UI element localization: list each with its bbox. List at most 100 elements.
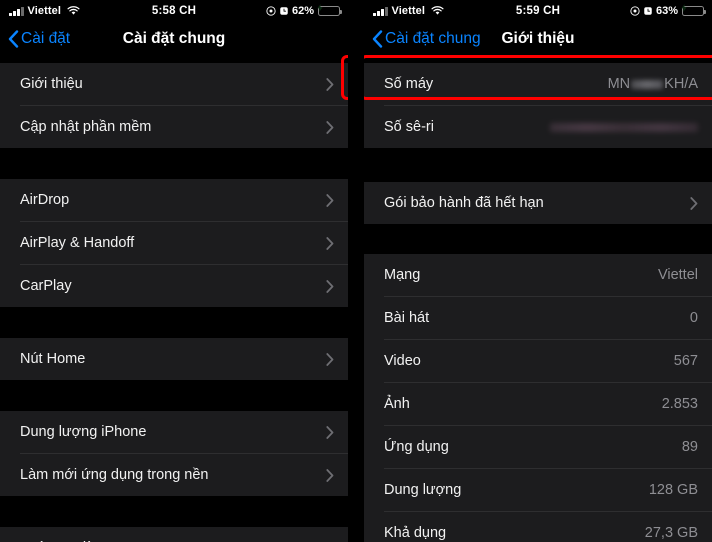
row-label: Dung lượng iPhone — [20, 424, 147, 440]
list-spacer — [0, 55, 348, 63]
row-label: Mạng — [384, 267, 421, 283]
settings-group-about: Giới thiệu Cập nhật phần mềm — [0, 63, 348, 148]
status-left-cluster: Viettel — [373, 5, 444, 17]
list-spacer — [0, 380, 348, 411]
row-label: Giới thiệu — [20, 76, 83, 92]
row-label: AirPlay & Handoff — [20, 235, 135, 251]
row-label: Bài hát — [384, 310, 430, 326]
row-label: CarPlay — [20, 278, 72, 294]
sidebar-item-lam-moi-ung-dung[interactable]: Làm mới ứng dụng trong nền — [0, 454, 348, 496]
chevron-left-icon — [8, 29, 19, 48]
row-label: AirDrop — [20, 192, 70, 208]
left-nav-bar: Cài đặt Cài đặt chung — [0, 22, 348, 55]
sidebar-item-airplay-handoff[interactable]: AirPlay & Handoff — [0, 222, 348, 264]
row-label: Gói bảo hành đã hết hạn — [384, 195, 544, 211]
wifi-icon — [431, 6, 444, 16]
row-value: 27,3 GB — [644, 525, 698, 541]
about-list: Số máy MN KH/A Số sê-ri Gói bảo hành đã h… — [364, 55, 712, 542]
location-arrow-icon — [266, 6, 276, 16]
chevron-right-icon — [326, 77, 334, 91]
row-kha-dung: Khả dụng 27,3 GB — [364, 512, 712, 542]
row-anh: Ảnh 2.853 — [364, 383, 712, 425]
row-label: Khả dụng — [384, 525, 447, 541]
about-group-warranty: Gói bảo hành đã hết hạn — [364, 182, 712, 224]
left-settings-list: Giới thiệu Cập nhật phần mềm AirDrop Air… — [0, 55, 348, 542]
right-phone-screen: Viettel 5:59 CH 63% Cài đặt chung Giới t… — [364, 0, 712, 542]
redacted-serial-value — [550, 122, 698, 132]
back-button[interactable]: Cài đặt chung — [372, 30, 481, 48]
row-label: Ứng dụng — [384, 439, 449, 455]
row-label: Số sê-ri — [384, 119, 434, 135]
battery-charging-icon — [681, 3, 706, 17]
status-left-cluster: Viettel — [9, 5, 80, 17]
row-goi-bao-hanh[interactable]: Gói bảo hành đã hết hạn — [364, 182, 712, 224]
row-label: Làm mới ứng dụng trong nền — [20, 467, 209, 483]
screenshot-root: Viettel 5:58 CH 62% Cài đặt Cài đặt chun… — [0, 0, 712, 542]
row-bai-hat: Bài hát 0 — [364, 297, 712, 339]
sidebar-item-ngay-gio[interactable]: Ngày & Giờ — [0, 527, 348, 542]
row-label: Nút Home — [20, 351, 86, 367]
list-spacer — [364, 55, 712, 63]
chevron-right-icon — [326, 120, 334, 134]
chevron-right-icon — [326, 236, 334, 250]
row-label: Ảnh — [384, 396, 410, 412]
sidebar-item-gioi-thieu[interactable]: Giới thiệu — [0, 63, 348, 105]
sidebar-item-cap-nhat-phan-mem[interactable]: Cập nhật phần mềm — [0, 106, 348, 148]
chevron-right-icon — [326, 425, 334, 439]
list-spacer — [0, 307, 348, 338]
about-group-identity: Số máy MN KH/A Số sê-ri — [364, 63, 712, 148]
chevron-right-icon — [326, 352, 334, 366]
row-value-model: MN KH/A — [608, 76, 698, 92]
row-mang: Mạng Viettel — [364, 254, 712, 296]
carrier-label: Viettel — [391, 5, 426, 17]
model-value-suffix: KH/A — [664, 76, 698, 92]
chevron-left-icon — [372, 29, 383, 48]
signal-bars-icon — [373, 6, 388, 16]
model-value-prefix: MN — [607, 76, 631, 92]
signal-bars-icon — [9, 6, 24, 16]
row-value: 0 — [689, 310, 698, 326]
alarm-clock-icon — [280, 7, 288, 15]
row-value: Viettel — [657, 267, 698, 283]
row-so-may[interactable]: Số máy MN KH/A — [364, 63, 712, 105]
back-button[interactable]: Cài đặt — [8, 30, 70, 48]
chevron-right-icon — [690, 196, 698, 210]
settings-group-connectivity: AirDrop AirPlay & Handoff CarPlay — [0, 179, 348, 307]
right-status-bar: Viettel 5:59 CH 63% — [364, 0, 712, 22]
status-right-cluster: 62% — [266, 3, 342, 17]
status-right-cluster: 63% — [630, 3, 706, 17]
row-dung-luong: Dung lượng 128 GB — [364, 469, 712, 511]
list-spacer — [364, 148, 712, 182]
back-button-label: Cài đặt chung — [385, 29, 481, 47]
list-spacer — [364, 224, 712, 254]
right-nav-bar: Cài đặt chung Giới thiệu — [364, 22, 712, 55]
list-spacer — [0, 148, 348, 179]
sidebar-item-nut-home[interactable]: Nút Home — [0, 338, 348, 380]
row-value: 89 — [681, 439, 698, 455]
settings-group-datetime: Ngày & Giờ — [0, 527, 348, 542]
battery-percent-label: 62% — [291, 5, 314, 17]
carrier-label: Viettel — [27, 5, 62, 17]
row-ung-dung: Ứng dụng 89 — [364, 426, 712, 468]
about-group-stats: Mạng Viettel Bài hát 0 Video 567 Ảnh 2.8… — [364, 254, 712, 542]
row-label: Số máy — [384, 76, 434, 92]
row-so-se-ri[interactable]: Số sê-ri — [364, 106, 712, 148]
row-value: 128 GB — [648, 482, 698, 498]
sidebar-item-dung-luong-iphone[interactable]: Dung lượng iPhone — [0, 411, 348, 453]
chevron-right-icon — [326, 468, 334, 482]
list-spacer — [0, 496, 348, 527]
row-label: Video — [384, 353, 421, 369]
chevron-right-icon — [326, 193, 334, 207]
redacted-model-segment — [631, 79, 664, 89]
battery-charging-icon — [317, 3, 342, 17]
settings-group-home-button: Nút Home — [0, 338, 348, 380]
sidebar-item-carplay[interactable]: CarPlay — [0, 265, 348, 307]
sidebar-item-airdrop[interactable]: AirDrop — [0, 179, 348, 221]
row-label: Cập nhật phần mềm — [20, 119, 152, 135]
row-video: Video 567 — [364, 340, 712, 382]
row-label: Dung lượng — [384, 482, 462, 498]
battery-percent-label: 63% — [655, 5, 678, 17]
wifi-icon — [67, 6, 80, 16]
panel-divider — [348, 0, 364, 542]
left-status-bar: Viettel 5:58 CH 62% — [0, 0, 348, 22]
